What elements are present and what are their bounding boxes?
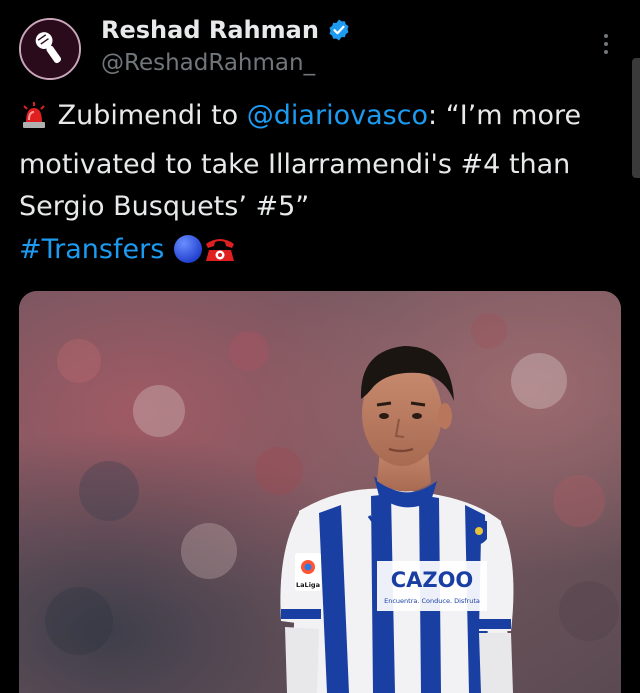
league-badge-text: LaLiga <box>296 581 320 589</box>
police-light-icon <box>19 100 49 144</box>
avatar[interactable] <box>19 18 81 80</box>
sponsor-text: CAZOO <box>391 568 474 592</box>
telephone-icon <box>203 234 237 278</box>
more-vertical-icon[interactable] <box>597 28 615 60</box>
tweet-media-photo[interactable]: LaLiga CAZOO Encuentra. Conduce. Disfrut… <box>19 291 621 693</box>
hashtag-link[interactable]: #Transfers <box>19 234 164 265</box>
sponsor-tagline: Encuentra. Conduce. Disfruta <box>384 597 480 605</box>
author-display-name[interactable]: Reshad Rahman <box>101 14 319 46</box>
mention-link[interactable]: @diariovasco <box>247 100 428 131</box>
verified-badge-icon <box>329 19 349 41</box>
tweet-text: Zubimendi to @diariovasco: “I’m more mot… <box>19 95 619 277</box>
author-handle[interactable]: @ReshadRahman_ <box>101 48 315 78</box>
microphone-icon <box>21 20 79 78</box>
tweet-text-intro: Zubimendi to <box>57 100 247 131</box>
scrollbar[interactable] <box>632 58 640 178</box>
blue-circle-icon <box>173 234 203 278</box>
author-name-row[interactable]: Reshad Rahman <box>101 14 351 46</box>
